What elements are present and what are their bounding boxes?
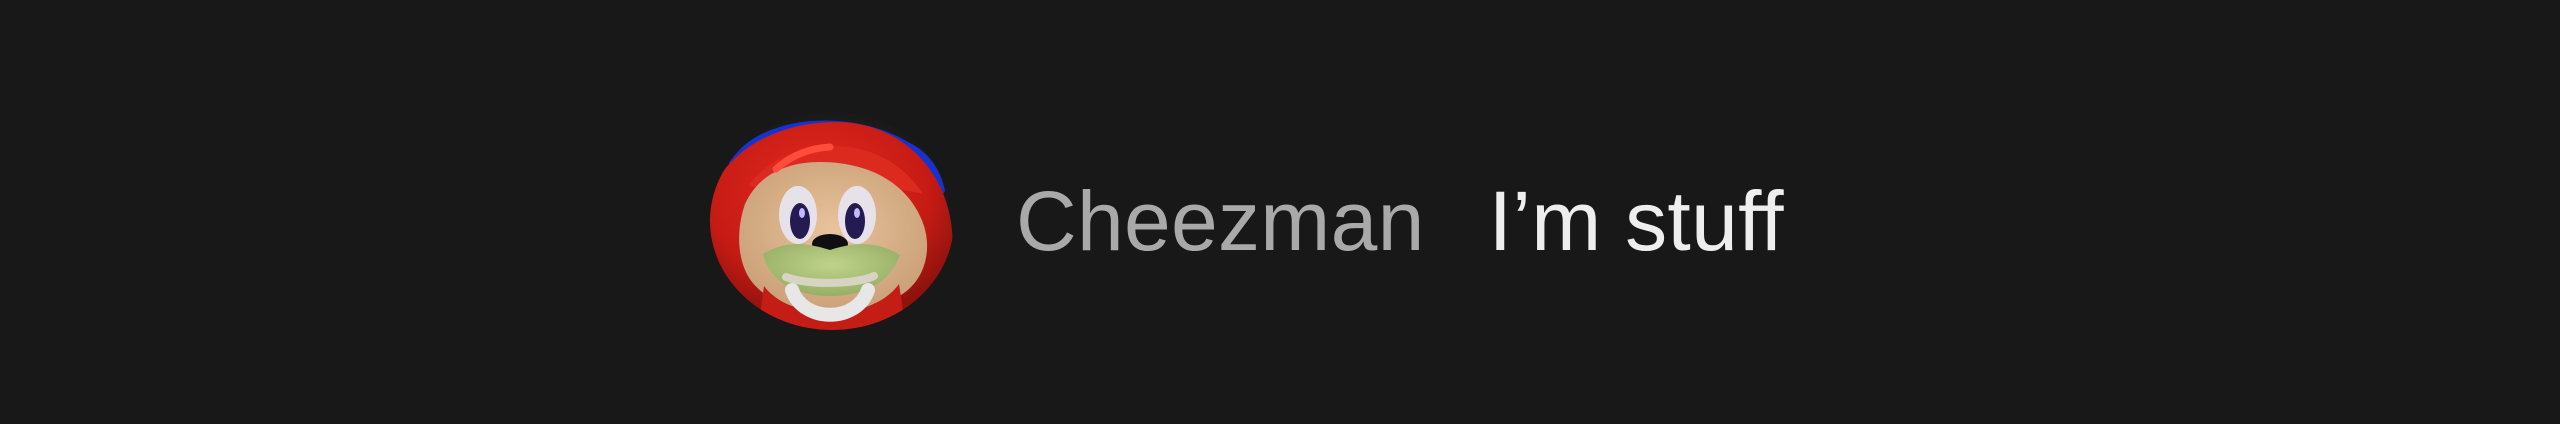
message-text: I’m stuff — [1488, 174, 1784, 268]
chat-message-view: Cheezman I’m stuff — [0, 0, 2560, 424]
author-name[interactable]: Cheezman — [1016, 179, 1425, 263]
avatar[interactable] — [710, 112, 954, 330]
knuckles-avatar-icon — [710, 112, 954, 330]
chat-message: Cheezman I’m stuff — [710, 112, 1784, 330]
